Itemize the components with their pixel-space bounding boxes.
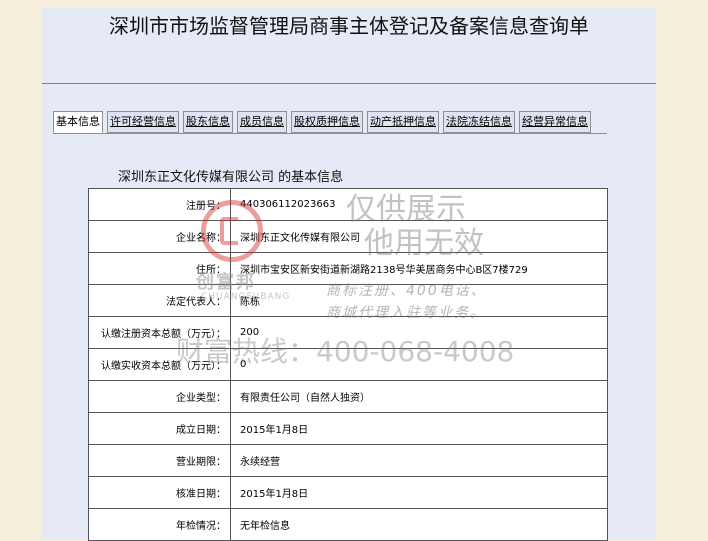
table-row: 营业期限： 永续经营 [88, 444, 608, 477]
tab-equity-pledge-info[interactable]: 股权质押信息 [291, 111, 363, 133]
tab-chattel-mortgage-info[interactable]: 动产抵押信息 [367, 111, 439, 133]
watermark-hotline: 财富热线：400-068-4008 [176, 335, 515, 368]
watermark-overlay: 创富邦 CHUANGFUBANG 仅供展示 他用无效 商标注册、400电话、 商… [176, 180, 556, 370]
field-label: 年检情况： [88, 508, 231, 541]
tab-bar: 基本信息 许可经营信息 股东信息 成员信息 股权质押信息 动产抵押信息 法院冻结… [53, 111, 591, 133]
table-row: 核准日期： 2015年1月8日 [88, 476, 608, 509]
tab-court-freeze-info[interactable]: 法院冻结信息 [443, 111, 515, 133]
watermark-logo-icon [201, 200, 263, 262]
field-value: 有限责任公司（自然人独资） [230, 380, 608, 413]
field-label: 营业期限： [88, 444, 231, 477]
field-value: 2015年1月8日 [230, 476, 608, 509]
field-label: 成立日期： [88, 412, 231, 445]
watermark-line-3: 商标注册、400电话、 [326, 283, 487, 299]
table-row: 年检情况： 无年检信息 [88, 508, 608, 541]
table-row: 企业类型： 有限责任公司（自然人独资） [88, 380, 608, 413]
field-label: 核准日期： [88, 476, 231, 509]
table-row: 成立日期： 2015年1月8日 [88, 412, 608, 445]
field-value: 永续经营 [230, 444, 608, 477]
field-value: 无年检信息 [230, 508, 608, 541]
watermark-line-4: 商城代理入驻等业务。 [326, 305, 486, 321]
page-header: 深圳市市场监督管理局商事主体登记及备案信息查询单 [42, 8, 656, 84]
page-title: 深圳市市场监督管理局商事主体登记及备案信息查询单 [109, 14, 589, 38]
field-label: 企业类型： [88, 380, 231, 413]
watermark-line-2: 他用无效 [364, 226, 484, 261]
field-value: 2015年1月8日 [230, 412, 608, 445]
watermark-brand: 创富邦 [196, 272, 256, 293]
tab-member-info[interactable]: 成员信息 [237, 111, 287, 133]
tab-license-info[interactable]: 许可经营信息 [107, 111, 179, 133]
watermark-brand-sub: CHUANGFUBANG [201, 292, 291, 302]
tab-basic-info[interactable]: 基本信息 [53, 111, 103, 133]
tab-abnormal-operation-info[interactable]: 经营异常信息 [519, 111, 591, 133]
tab-shareholder-info[interactable]: 股东信息 [183, 111, 233, 133]
watermark-logo-mark [220, 217, 238, 245]
tab-divider [53, 133, 607, 134]
